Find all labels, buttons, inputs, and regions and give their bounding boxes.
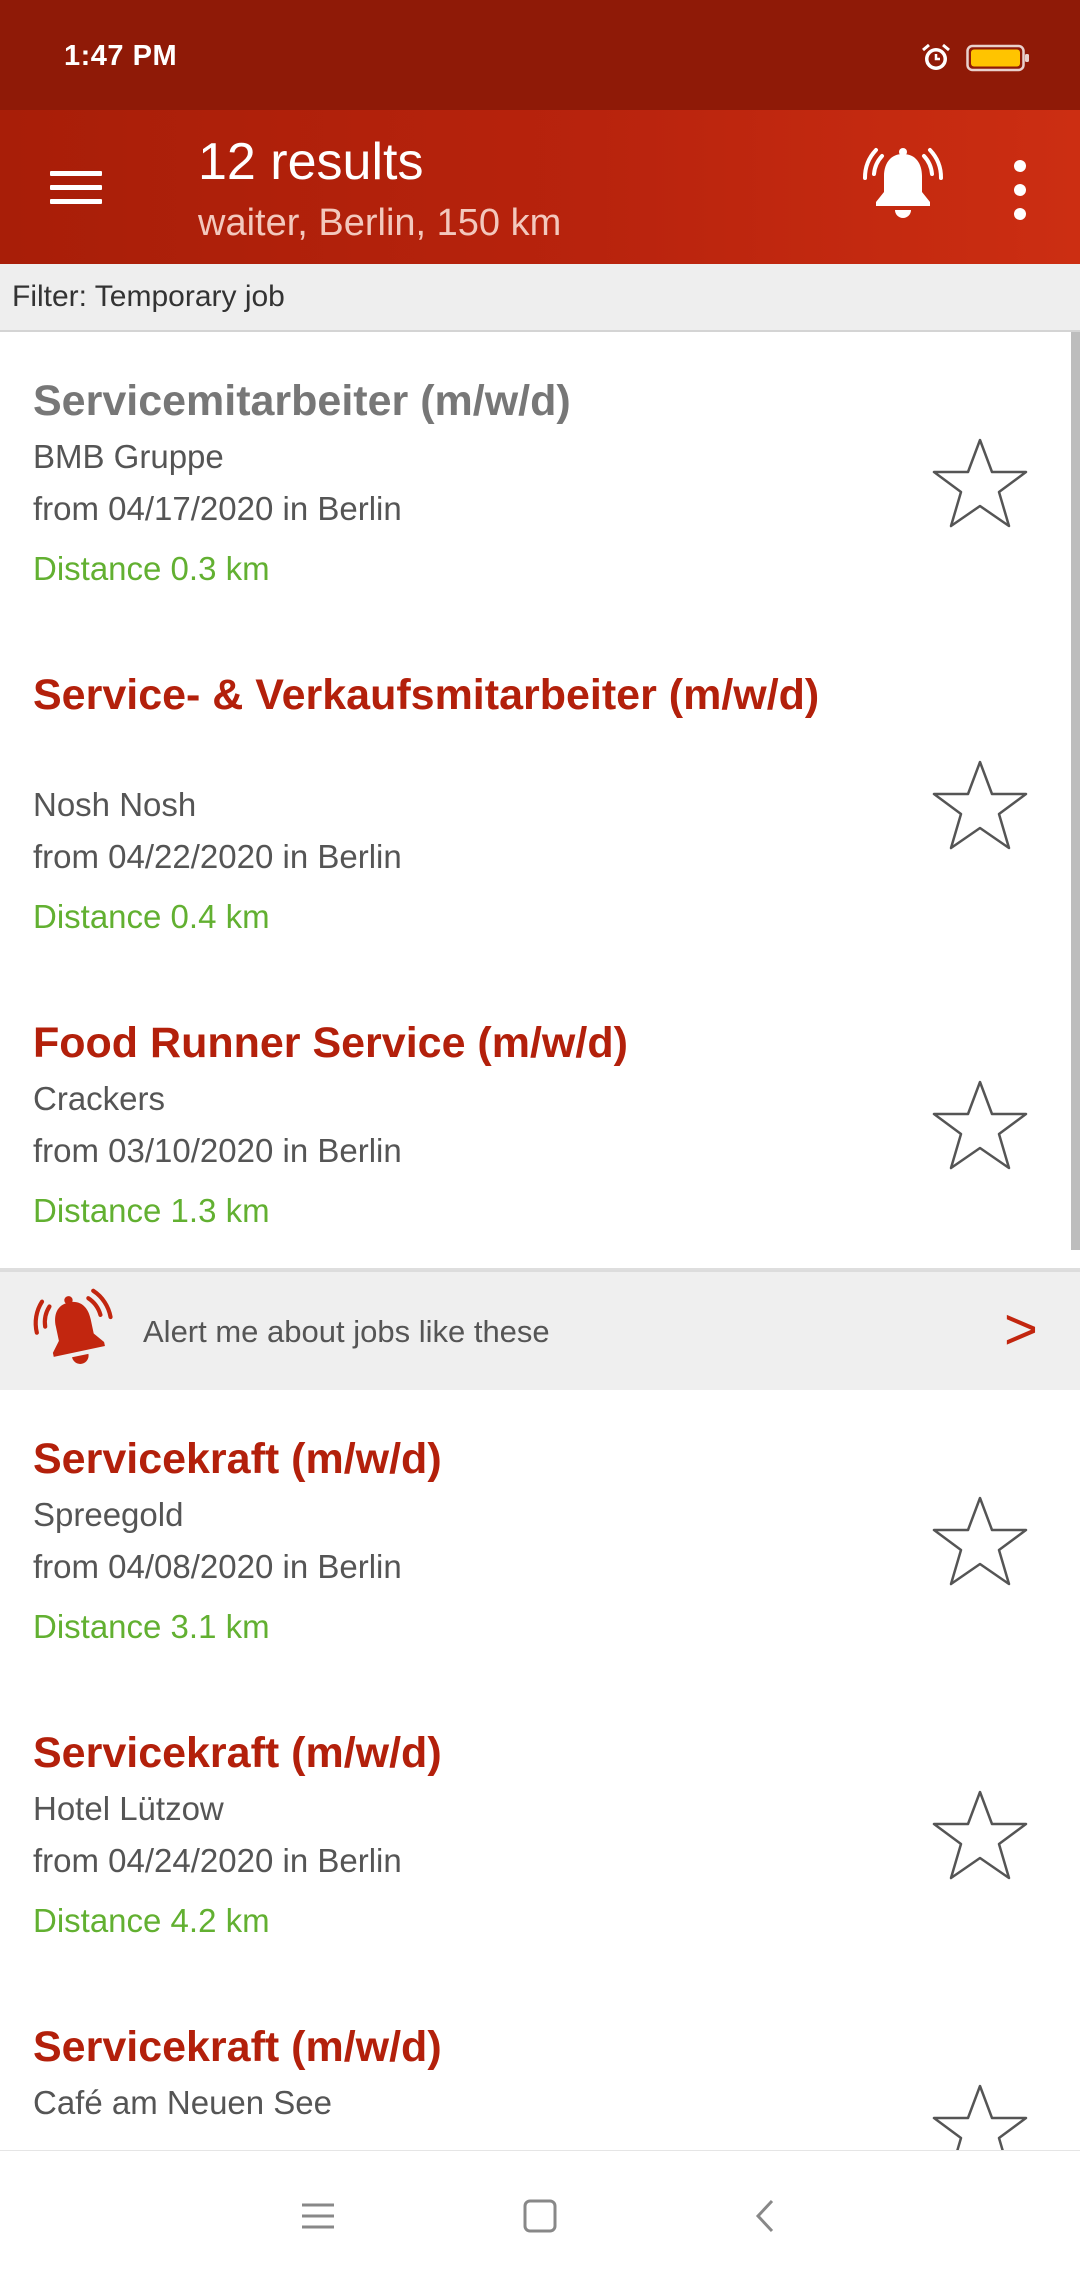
star-icon[interactable]: [930, 1076, 1030, 1176]
status-time: 1:47 PM: [64, 40, 178, 72]
job-list-item[interactable]: Servicekraft (m/w/d) Café am Neuen See: [0, 1978, 1080, 2150]
job-list-item[interactable]: Servicekraft (m/w/d) Spreegold from 04/0…: [0, 1390, 1080, 1686]
filter-bar[interactable]: Filter: Temporary job: [0, 264, 1080, 332]
job-distance: Distance 0.3 km: [33, 550, 270, 587]
star-icon[interactable]: [930, 434, 1030, 534]
job-title: Service- & Verkaufsmitarbeiter (m/w/d): [33, 671, 820, 719]
job-list-item[interactable]: Service- & Verkaufsmitarbeiter (m/w/d) N…: [0, 626, 1080, 976]
job-company: Nosh Nosh: [33, 786, 197, 823]
alert-bell-icon[interactable]: [860, 144, 946, 228]
job-title: Servicekraft (m/w/d): [33, 1729, 442, 1777]
job-distance: Distance 1.3 km: [33, 1192, 270, 1229]
alert-bell-icon: [33, 1288, 113, 1364]
scrollbar[interactable]: [1071, 332, 1080, 1250]
job-company: Hotel Lützow: [33, 1790, 224, 1827]
job-company: Crackers: [33, 1080, 166, 1117]
job-list-item[interactable]: Servicekraft (m/w/d) Hotel Lützow from 0…: [0, 1684, 1080, 1980]
status-bar: 1:47 PM: [0, 0, 1080, 110]
search-summary: waiter, Berlin, 150 km: [198, 202, 562, 244]
star-icon[interactable]: [930, 1492, 1030, 1592]
app-bar: 12 results waiter, Berlin, 150 km: [0, 110, 1080, 264]
job-list[interactable]: Servicemitarbeiter (m/w/d) BMB Gruppe fr…: [0, 332, 1080, 2150]
star-icon[interactable]: [930, 1786, 1030, 1886]
job-distance: Distance 4.2 km: [33, 1902, 270, 1939]
chevron-right-icon: >: [1004, 1297, 1038, 1362]
job-distance: Distance 0.4 km: [33, 898, 270, 935]
home-icon[interactable]: [510, 2191, 570, 2241]
job-list-item[interactable]: Food Runner Service (m/w/d) Crackers fro…: [0, 974, 1080, 1270]
job-company: Café am Neuen See: [33, 2084, 333, 2121]
job-title: Food Runner Service (m/w/d): [33, 1019, 628, 1067]
system-nav-bar: [0, 2150, 1080, 2281]
job-company: Spreegold: [33, 1496, 184, 1533]
menu-button[interactable]: [30, 155, 124, 219]
star-icon[interactable]: [930, 2080, 1030, 2150]
more-options-button[interactable]: [1000, 150, 1040, 230]
job-date: from 04/24/2020 in Berlin: [33, 1842, 402, 1879]
back-icon[interactable]: [736, 2191, 796, 2241]
job-title: Servicekraft (m/w/d): [33, 1435, 442, 1483]
job-distance: Distance 3.1 km: [33, 1608, 270, 1645]
job-title: Servicemitarbeiter (m/w/d): [33, 377, 571, 425]
battery-icon: [966, 44, 1029, 72]
recents-icon[interactable]: [288, 2191, 348, 2241]
job-date: from 04/17/2020 in Berlin: [33, 490, 402, 527]
job-date: from 04/08/2020 in Berlin: [33, 1548, 402, 1585]
page-title: 12 results: [198, 133, 424, 191]
job-alert-row[interactable]: Alert me about jobs like these >: [0, 1270, 1080, 1392]
filter-label: Filter: Temporary job: [12, 280, 285, 313]
job-date: from 03/10/2020 in Berlin: [33, 1132, 402, 1169]
alarm-icon: [922, 43, 950, 70]
alert-row-label: Alert me about jobs like these: [143, 1314, 550, 1349]
job-list-item[interactable]: Servicemitarbeiter (m/w/d) BMB Gruppe fr…: [0, 332, 1080, 628]
job-company: BMB Gruppe: [33, 438, 224, 475]
job-title: Servicekraft (m/w/d): [33, 2023, 442, 2071]
star-icon[interactable]: [930, 756, 1030, 856]
job-date: from 04/22/2020 in Berlin: [33, 838, 402, 875]
